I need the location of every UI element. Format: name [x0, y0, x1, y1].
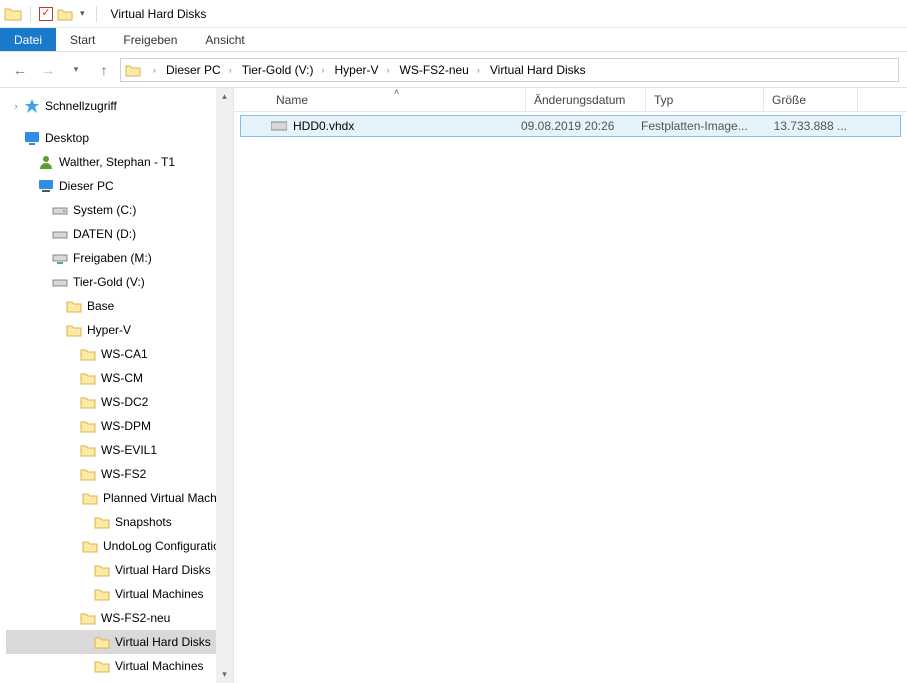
- folder-icon: [80, 418, 96, 434]
- sidebar-item-snapshots[interactable]: Snapshots: [6, 510, 233, 534]
- qat-properties-icon[interactable]: ✓: [39, 7, 53, 21]
- title-bar: ✓ ▾ Virtual Hard Disks: [0, 0, 907, 28]
- column-headers: Name ˄ Änderungsdatum Typ Größe: [234, 88, 907, 112]
- sidebar-item-systemc[interactable]: System (C:): [6, 198, 233, 222]
- drive-icon: [52, 274, 68, 290]
- column-date[interactable]: Änderungsdatum: [526, 88, 646, 111]
- sidebar-item-vhd-selected[interactable]: Virtual Hard Disks: [6, 630, 233, 654]
- disk-image-icon: [271, 120, 287, 132]
- file-type: Festplatten-Image...: [641, 119, 759, 133]
- drive-icon: [52, 226, 68, 242]
- separator: [30, 6, 31, 22]
- sidebar-item-thispc[interactable]: Dieser PC: [6, 174, 233, 198]
- crumb-thispc[interactable]: Dieser PC: [164, 63, 223, 77]
- pc-icon: [38, 178, 54, 194]
- qat-customize-dropdown[interactable]: ▾: [77, 8, 88, 19]
- sidebar-item-user[interactable]: Walther, Stephan - T1: [6, 150, 233, 174]
- crumb-hyperv[interactable]: Hyper-V: [332, 63, 380, 77]
- file-row[interactable]: HDD0.vhdx 09.08.2019 20:26 Festplatten-I…: [240, 115, 901, 137]
- tab-share[interactable]: Freigeben: [109, 28, 191, 51]
- folder-icon: [80, 346, 96, 362]
- column-type[interactable]: Typ: [646, 88, 764, 111]
- sidebar-item-vm1[interactable]: Virtual Machines: [6, 582, 233, 606]
- file-list-pane: Name ˄ Änderungsdatum Typ Größe HDD0.vhd…: [234, 88, 907, 683]
- chevron-right-icon[interactable]: ›: [147, 65, 162, 75]
- nav-history-dropdown[interactable]: ▾: [64, 58, 88, 82]
- sidebar-item-vhd1[interactable]: Virtual Hard Disks: [6, 558, 233, 582]
- sidebar-item-freigaben[interactable]: Freigaben (M:): [6, 246, 233, 270]
- file-size: 13.733.888 ...: [759, 119, 853, 133]
- breadcrumb[interactable]: › Dieser PC› Tier-Gold (V:)› Hyper-V› WS…: [120, 58, 899, 82]
- folder-icon: [80, 370, 96, 386]
- desktop-icon: [24, 130, 40, 146]
- sidebar-item-datend[interactable]: DATEN (D:): [6, 222, 233, 246]
- column-size[interactable]: Größe: [764, 88, 858, 111]
- nav-back-button[interactable]: ←: [8, 58, 32, 82]
- tab-view[interactable]: Ansicht: [191, 28, 258, 51]
- sidebar-item-planned[interactable]: Planned Virtual Machines: [6, 486, 233, 510]
- folder-icon: [66, 322, 82, 338]
- sidebar-item-hyperv[interactable]: Hyper-V: [6, 318, 233, 342]
- user-icon: [38, 154, 54, 170]
- scroll-up-icon[interactable]: ▴: [216, 88, 233, 105]
- folder-icon: [80, 466, 96, 482]
- sidebar-item-wsfs2neu[interactable]: WS-FS2-neu: [6, 606, 233, 630]
- sidebar-item-wsdpm[interactable]: WS-DPM: [6, 414, 233, 438]
- folder-icon: [94, 562, 110, 578]
- sidebar-item-undolog[interactable]: UndoLog Configuration: [6, 534, 233, 558]
- address-bar: ← → ▾ ↑ › Dieser PC› Tier-Gold (V:)› Hyp…: [0, 52, 907, 88]
- file-name: HDD0.vhdx: [293, 119, 354, 133]
- window-title: Virtual Hard Disks: [111, 7, 207, 21]
- sidebar-item-base[interactable]: Base: [6, 294, 233, 318]
- sidebar-item-wscm[interactable]: WS-CM: [6, 366, 233, 390]
- network-drive-icon: [52, 250, 68, 266]
- crumb-tiergold[interactable]: Tier-Gold (V:): [240, 63, 316, 77]
- drive-icon: [52, 202, 68, 218]
- folder-icon: [66, 298, 82, 314]
- expand-icon[interactable]: ›: [10, 101, 22, 111]
- folder-icon: [82, 490, 98, 506]
- sidebar-item-desktop[interactable]: Desktop: [6, 126, 233, 150]
- tab-file[interactable]: Datei: [0, 28, 56, 51]
- folder-icon: [94, 634, 110, 650]
- folder-icon: [80, 442, 96, 458]
- qat-newfolder-icon[interactable]: [57, 6, 73, 22]
- crumb-wsfs2neu[interactable]: WS-FS2-neu: [398, 63, 471, 77]
- sidebar-item-wsca1[interactable]: WS-CA1: [6, 342, 233, 366]
- sort-asc-icon: ˄: [394, 87, 399, 97]
- sidebar-item-wsevil1[interactable]: WS-EVIL1: [6, 438, 233, 462]
- folder-icon: [94, 658, 110, 674]
- scroll-down-icon[interactable]: ▾: [216, 666, 233, 683]
- sidebar-scrollbar[interactable]: ▴ ▾: [216, 88, 233, 683]
- sidebar-item-tiergold[interactable]: Tier-Gold (V:): [6, 270, 233, 294]
- tab-home[interactable]: Start: [56, 28, 109, 51]
- sidebar-item-wsdc2[interactable]: WS-DC2: [6, 390, 233, 414]
- folder-icon: [80, 610, 96, 626]
- chevron-right-icon[interactable]: ›: [315, 65, 330, 75]
- breadcrumb-folder-icon: [125, 62, 145, 78]
- sidebar-item-wsfs2[interactable]: WS-FS2: [6, 462, 233, 486]
- app-folder-icon: [4, 5, 22, 23]
- navigation-pane: › Schnellzugriff Desktop Walther, Stepha…: [0, 88, 234, 683]
- ribbon: Datei Start Freigeben Ansicht: [0, 28, 907, 52]
- sidebar-item-quickaccess[interactable]: › Schnellzugriff: [6, 94, 233, 118]
- quickaccess-icon: [24, 98, 40, 114]
- chevron-right-icon[interactable]: ›: [223, 65, 238, 75]
- nav-forward-button[interactable]: →: [36, 58, 60, 82]
- folder-icon: [82, 538, 98, 554]
- folder-icon: [80, 394, 96, 410]
- folder-icon: [94, 586, 110, 602]
- file-date: 09.08.2019 20:26: [521, 119, 641, 133]
- folder-icon: [94, 514, 110, 530]
- nav-up-button[interactable]: ↑: [92, 58, 116, 82]
- sidebar-item-vm2[interactable]: Virtual Machines: [6, 654, 233, 678]
- separator: [96, 6, 97, 22]
- column-name[interactable]: Name ˄: [268, 88, 526, 111]
- chevron-right-icon[interactable]: ›: [381, 65, 396, 75]
- crumb-vhd[interactable]: Virtual Hard Disks: [488, 63, 588, 77]
- chevron-right-icon[interactable]: ›: [471, 65, 486, 75]
